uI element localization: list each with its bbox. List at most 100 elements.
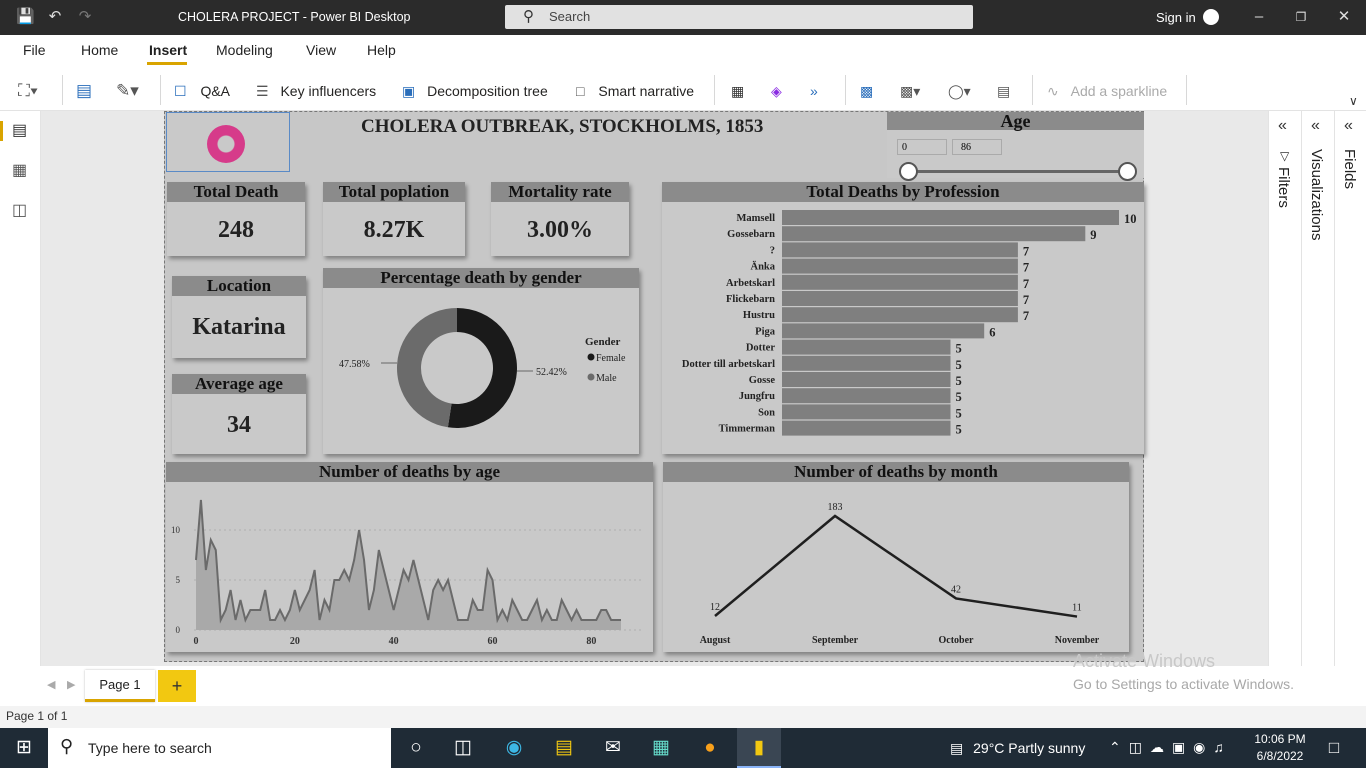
menu-view[interactable]: View — [306, 42, 336, 58]
age-chart-card[interactable]: Number of deaths by age 0 5 10 0 20 40 60 80 — [166, 462, 653, 652]
clock-time[interactable]: 10:06 PM — [1250, 732, 1310, 746]
menu-insert[interactable]: Insert — [149, 42, 187, 58]
sparkline-button[interactable]: ∿ Add a sparkline — [1047, 81, 1167, 101]
weather-text: 29°C Partly sunny — [973, 740, 1086, 756]
sign-in-link[interactable]: Sign in — [1156, 10, 1196, 25]
bar-category-label: Timmerman — [719, 424, 776, 435]
donut-value-label: 47.58% — [339, 359, 370, 370]
collapse-filters-icon[interactable]: « — [1278, 117, 1287, 135]
power-apps-icon[interactable]: ◈ — [771, 81, 782, 101]
powerbi-taskbar-button[interactable]: ▮ — [737, 728, 781, 768]
divider — [1032, 75, 1033, 105]
notifications-icon[interactable]: □ — [1321, 736, 1347, 760]
add-page-button[interactable]: + — [158, 670, 196, 702]
age-slider-track[interactable] — [909, 170, 1129, 173]
powerbi-icon: ▮ — [753, 737, 765, 758]
decomposition-tree-button[interactable]: ▣ Decomposition tree — [402, 81, 548, 101]
month-chart-card[interactable]: Number of deaths by month 12 August 183 Sep… — [663, 462, 1129, 652]
taskbar-search[interactable]: ⚲ Type here to search — [48, 728, 391, 768]
bar-category-label: Son — [758, 407, 775, 418]
profession-chart-card[interactable]: Total Deaths by Profession Mamsell 10 Goss… — [662, 182, 1144, 454]
donut-slice-female — [447, 308, 518, 428]
report-view-icon[interactable]: ▤ — [12, 120, 27, 140]
visualizations-pane[interactable]: « Visualizations — [1301, 111, 1334, 666]
buttons-dropdown-icon[interactable]: ▩▾ — [900, 81, 920, 101]
task-view-icon[interactable]: ◫ — [450, 736, 476, 760]
buttons-icon[interactable]: ▤ — [76, 81, 92, 101]
avatar[interactable] — [1203, 9, 1219, 25]
tab-page-1[interactable]: Page 1 — [85, 670, 155, 702]
edge-icon[interactable]: ◉ — [501, 736, 527, 760]
bar-data-label: 6 — [989, 325, 995, 339]
clock-date[interactable]: 6/8/2022 — [1250, 749, 1310, 763]
average-age-card: Average age 34 — [172, 374, 306, 454]
search-box[interactable]: ⚲ Search — [505, 5, 973, 29]
location-value: Katarina — [192, 314, 286, 340]
age-max-input[interactable]: 86 — [952, 139, 1002, 155]
bar-data-label: 7 — [1023, 309, 1029, 323]
save-icon[interactable]: 💾 — [16, 8, 35, 26]
influencer-icon: ☰ — [256, 83, 269, 99]
close-icon[interactable]: ✕ — [1335, 8, 1353, 26]
bar-category-label: Dotter till arbetskarl — [682, 359, 775, 370]
new-visual-icon[interactable]: ⛶▾ — [18, 81, 38, 101]
undo-icon[interactable]: ↶ — [46, 8, 64, 26]
cortana-icon[interactable]: ○ — [403, 736, 429, 760]
collapse-visualizations-icon[interactable]: « — [1311, 117, 1320, 135]
power-automate-icon[interactable]: » — [810, 81, 818, 101]
qa-button[interactable]: ☐ Q&A — [174, 81, 230, 101]
month-data-label: 11 — [1072, 603, 1082, 614]
gender-chart-title: Percentage death by gender — [323, 268, 639, 288]
restore-icon[interactable]: ❐ — [1292, 8, 1310, 26]
model-view-icon[interactable]: ◫ — [12, 200, 27, 220]
month-axis-label: November — [1055, 635, 1100, 646]
age-min-input[interactable]: 0 — [897, 139, 947, 155]
text-box-icon[interactable]: ▩ — [860, 81, 873, 101]
bar — [782, 323, 985, 339]
smart-narrative-button[interactable]: □ Smart narrative — [576, 81, 694, 101]
menu-home[interactable]: Home — [81, 42, 118, 58]
x-tick-label: 40 — [389, 636, 399, 647]
divider — [845, 75, 846, 105]
shapes-icon[interactable]: ◯▾ — [948, 81, 971, 101]
next-page-icon[interactable]: ▶ — [67, 678, 75, 691]
x-tick-label: 80 — [586, 636, 596, 647]
month-axis-label: September — [812, 635, 859, 646]
store-icon[interactable]: ▦ — [648, 736, 674, 760]
logo-box[interactable]: Q — [166, 112, 290, 172]
donut-slice-male — [397, 308, 457, 428]
image-icon[interactable]: ▤ — [997, 81, 1010, 101]
menu-help[interactable]: Help — [367, 42, 396, 58]
menu-file[interactable]: File — [23, 42, 46, 58]
mail-icon[interactable]: ✉ — [600, 736, 626, 760]
bar-data-label: 5 — [956, 342, 962, 356]
age-slider-max-handle[interactable] — [1118, 162, 1137, 181]
age-area-chart: 0 5 10 0 20 40 60 80 — [171, 499, 641, 647]
file-explorer-icon[interactable]: ▤ — [551, 736, 577, 760]
data-view-icon[interactable]: ▦ — [12, 160, 27, 180]
prev-page-icon[interactable]: ◀ — [47, 678, 55, 691]
donut-value-label: 52.42% — [536, 367, 567, 378]
key-influencers-button[interactable]: ☰ Key influencers — [256, 81, 376, 101]
active-view-indicator — [0, 121, 3, 141]
paginated-report-icon[interactable]: ▦ — [731, 81, 744, 101]
windows-start-icon[interactable]: ⊞ — [11, 736, 37, 760]
collapse-fields-icon[interactable]: « — [1344, 117, 1353, 135]
edit-visual-icon[interactable]: ✎▾ — [116, 81, 139, 101]
weather-widget[interactable]: ▤ 29°C Partly sunny — [950, 740, 1085, 757]
minimize-icon[interactable]: – — [1250, 8, 1268, 26]
chevron-down-icon[interactable]: ∨ — [1349, 91, 1358, 111]
redo-icon[interactable]: ↷ — [76, 8, 94, 26]
system-tray-icons[interactable]: ⌃◫☁▣◉♫ — [1109, 739, 1232, 756]
brave-icon[interactable]: ● — [697, 736, 723, 760]
bar-data-label: 7 — [1023, 261, 1029, 275]
taskbar-search-placeholder: Type here to search — [88, 740, 212, 756]
filters-pane[interactable]: « ▽ Filters — [1268, 111, 1301, 666]
age-slider-min-handle[interactable] — [899, 162, 918, 181]
menu-modeling[interactable]: Modeling — [216, 42, 273, 58]
gender-donut-card[interactable]: Percentage death by gender 52.42% 47.58% G… — [323, 268, 639, 454]
bar-category-label: Gossebarn — [727, 229, 775, 240]
filter-icon: ▽ — [1280, 149, 1290, 163]
month-data-label: 12 — [710, 602, 720, 613]
fields-pane[interactable]: « Fields — [1334, 111, 1366, 666]
